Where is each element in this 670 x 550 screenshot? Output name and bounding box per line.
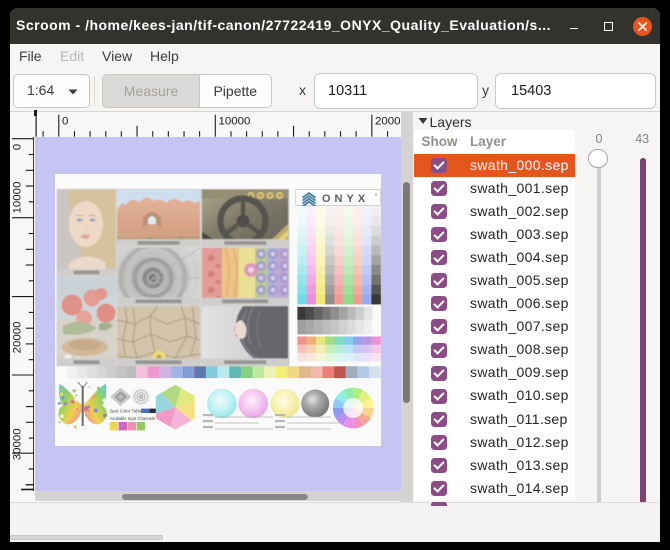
svg-text:ONYX: ONYX xyxy=(322,192,369,204)
svg-text:Spot Color Table: Spot Color Table xyxy=(110,408,143,413)
svg-text:20000: 20000 xyxy=(375,115,400,127)
svg-text:10000: 10000 xyxy=(11,182,23,214)
svg-text:30000: 30000 xyxy=(11,428,23,460)
svg-text:0: 0 xyxy=(11,144,23,150)
svg-text:20000: 20000 xyxy=(11,321,23,353)
svg-text:Available Spot Channels: Available Spot Channels xyxy=(110,415,156,420)
svg-text:10000: 10000 xyxy=(218,115,250,127)
svg-text:0: 0 xyxy=(61,115,67,127)
